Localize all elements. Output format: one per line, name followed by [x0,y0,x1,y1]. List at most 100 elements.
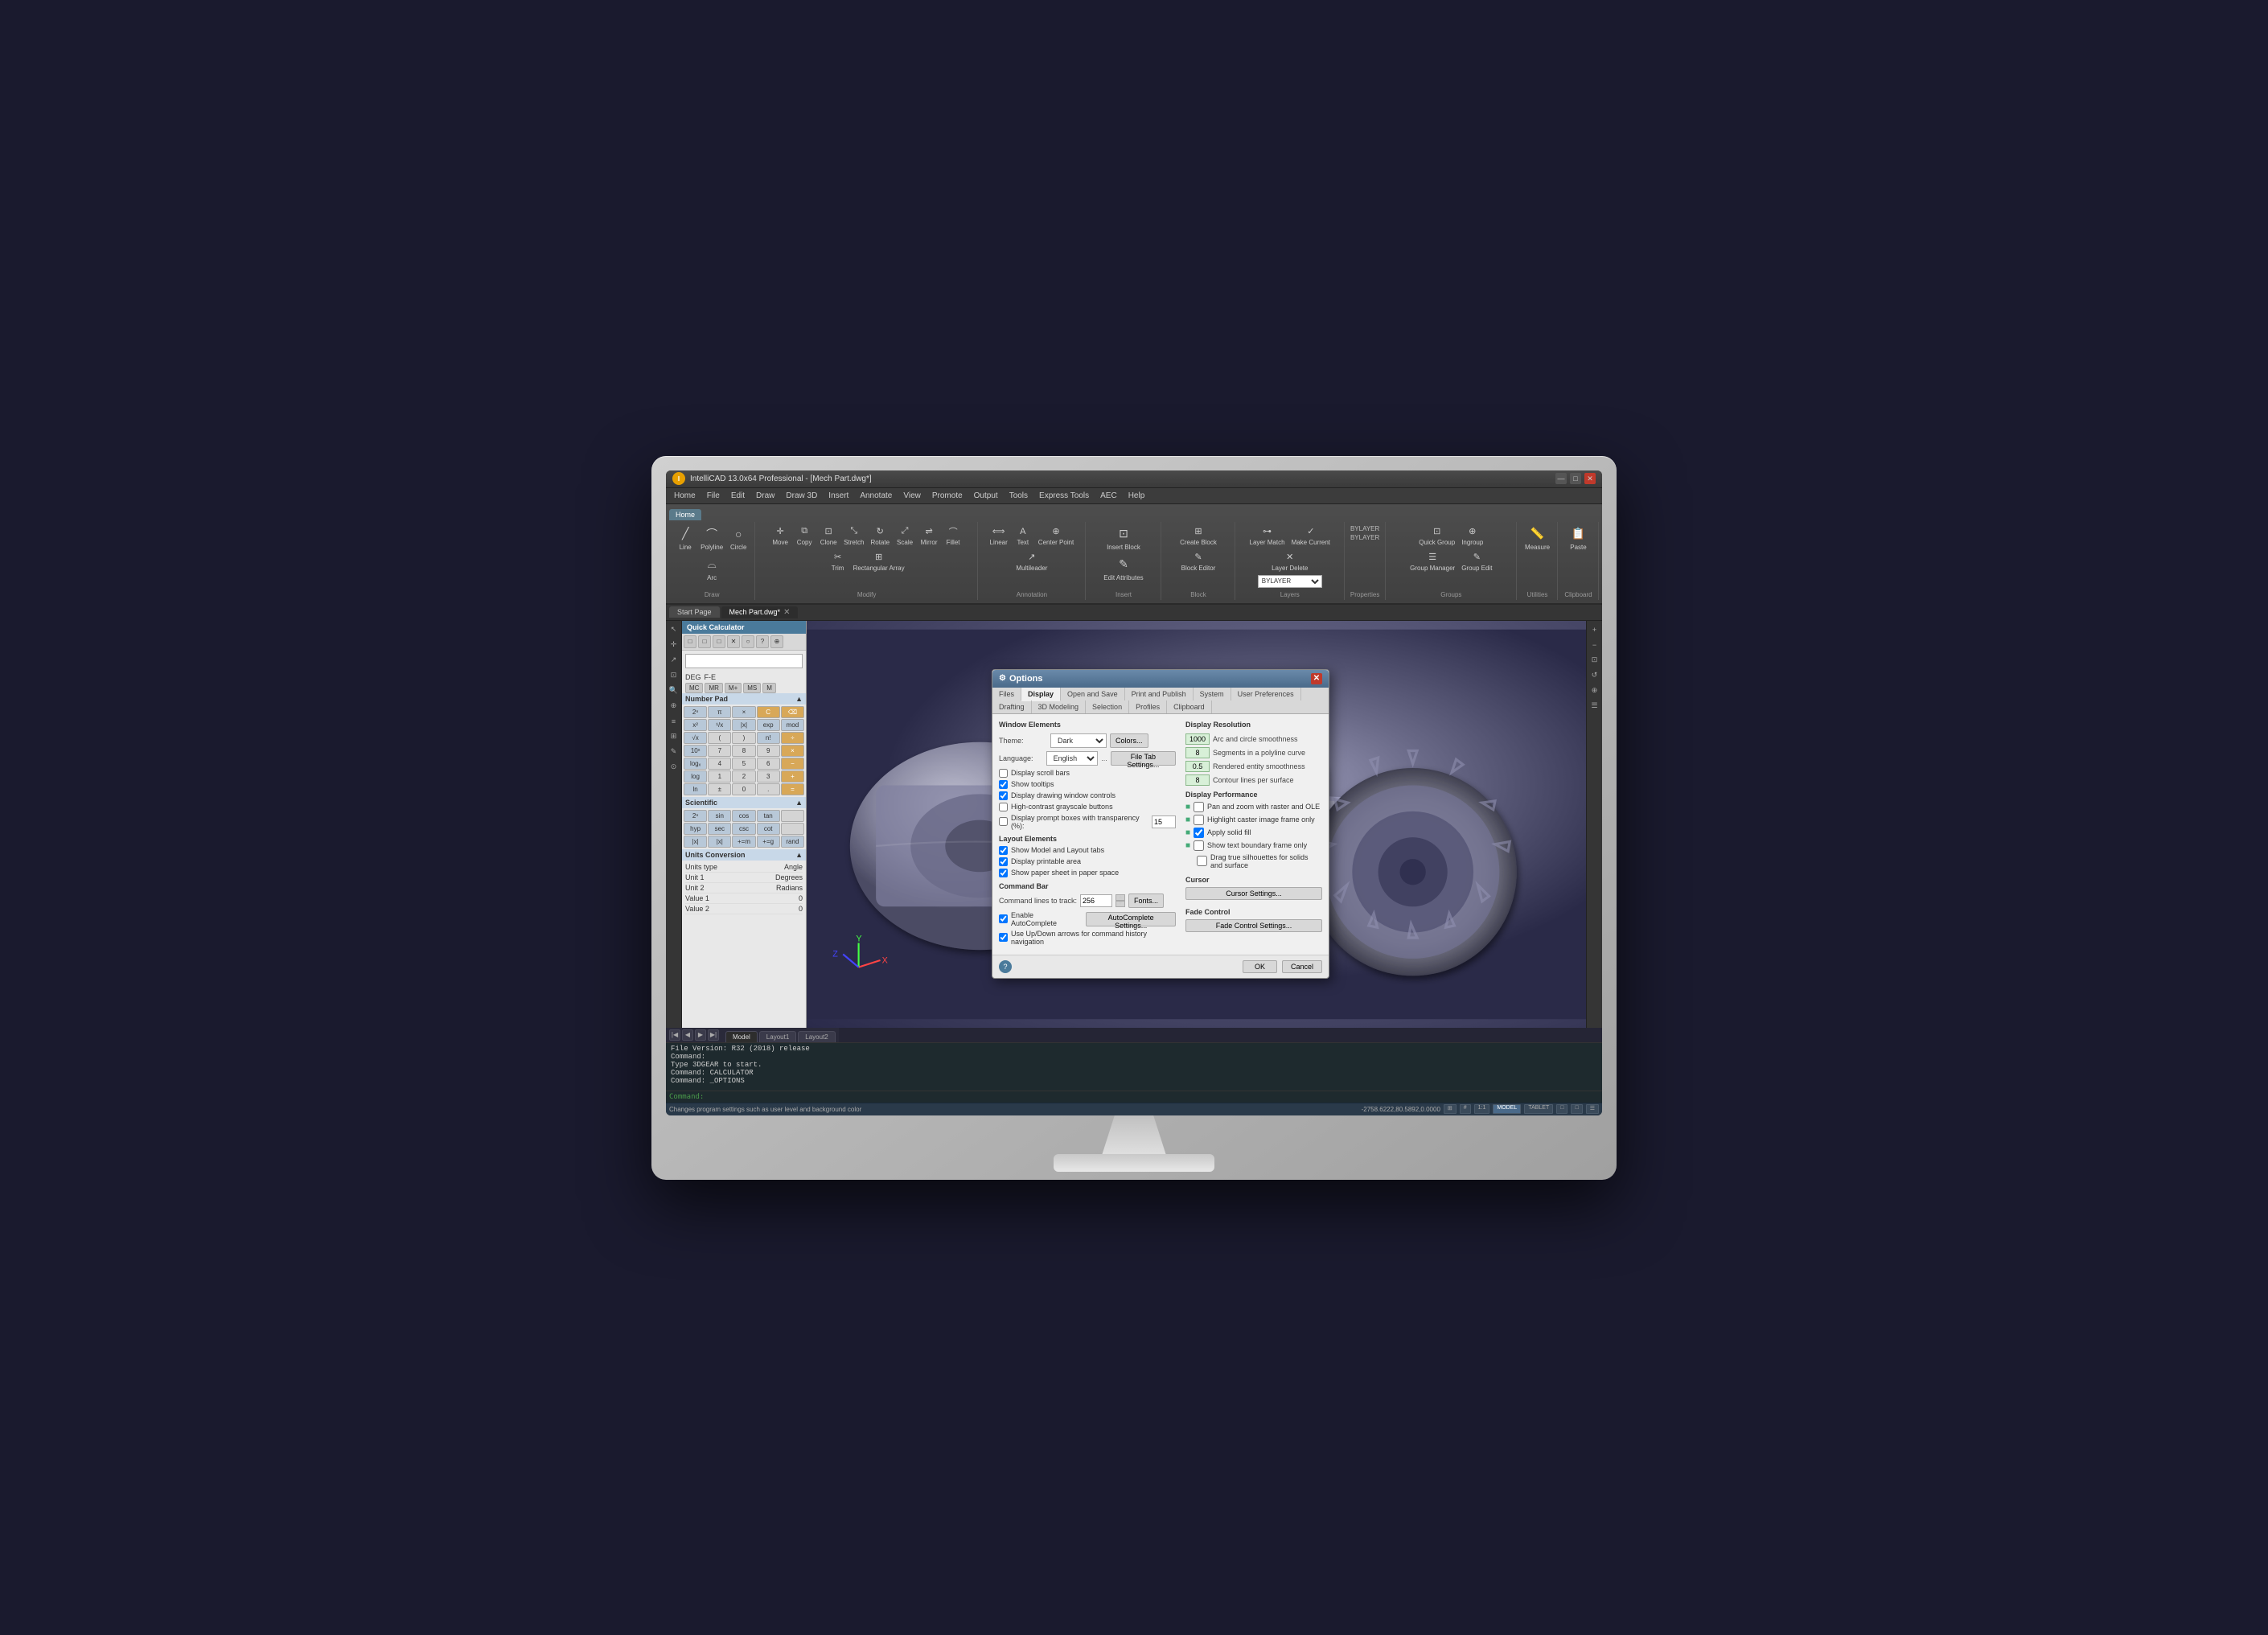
cmdlines-down[interactable]: ▼ [1116,901,1125,907]
tab-start-page[interactable]: Start Page [669,606,720,618]
sci-sin[interactable]: sin [708,810,731,822]
entity-smoothness-input[interactable] [1185,761,1210,772]
scrollbars-checkbox[interactable] [999,769,1008,778]
tool-copy[interactable]: ⧉ Copy [793,524,816,548]
calc-tb-1[interactable]: □ [684,635,696,648]
dialog-tab-drafting[interactable]: Drafting [992,700,1032,713]
drawingcontrols-checkbox[interactable] [999,791,1008,800]
transparency-checkbox[interactable] [999,817,1008,826]
dialog-close-button[interactable]: ✕ [1311,673,1322,684]
right-tool-5[interactable]: ⊕ [1588,684,1602,698]
key-6[interactable]: 6 [757,758,780,770]
menu-express[interactable]: Express Tools [1034,490,1094,502]
key-2n[interactable]: 2ⁿ [684,706,707,718]
model-btn[interactable]: MODEL [1493,1104,1521,1114]
tool-arc[interactable]: ⌓ Arc [701,554,723,583]
m-btn[interactable]: M+ [725,683,742,693]
tool-multileader[interactable]: ↗ Multileader [1013,549,1050,573]
cancel-button[interactable]: Cancel [1282,960,1322,973]
snap-btn[interactable]: ⊞ [1444,1104,1457,1114]
tool-polyline[interactable]: ⌒ Polyline [698,524,725,553]
dialog-tab-selection[interactable]: Selection [1086,700,1129,713]
tool-circle[interactable]: ○ Circle [727,524,750,553]
key-logx[interactable]: logₓ [684,758,707,770]
sci-cot[interactable]: cot [757,823,780,835]
modellayout-checkbox[interactable] [999,846,1008,855]
dialog-tab-system[interactable]: System [1194,688,1231,700]
theme-selector[interactable]: Dark [1050,733,1107,748]
key-1[interactable]: 1 [708,770,731,783]
updown-checkbox[interactable] [999,933,1008,942]
right-tool-6[interactable]: ☰ [1588,699,1602,713]
layer-selector[interactable]: BYLAYER [1258,575,1322,588]
colors-button[interactable]: Colors... [1110,733,1148,748]
tool-scale[interactable]: ⤢ Scale [894,524,916,548]
dialog-tab-3dmodeling[interactable]: 3D Modeling [1032,700,1087,713]
left-tool-9[interactable]: ✎ [667,745,681,759]
dialog-tab-clipboard[interactable]: Clipboard [1167,700,1212,713]
units-section-header[interactable]: Units Conversion ▲ [682,849,806,861]
polyline-segments-input[interactable] [1185,747,1210,758]
ok-button[interactable]: OK [1243,960,1277,973]
ribbon-tab-home[interactable]: Home [669,509,701,520]
mr-btn[interactable]: MR [705,683,722,693]
nav-prev-prev[interactable]: |◀ [669,1029,680,1041]
scientific-section-header[interactable]: Scientific ▲ [682,797,806,808]
menu-insert[interactable]: Insert [824,490,853,502]
key-4[interactable]: 4 [708,758,731,770]
right-tool-2[interactable]: − [1588,638,1602,652]
left-tool-4[interactable]: ⊡ [667,668,681,683]
key-10x[interactable]: 10ˣ [684,745,707,757]
calc-tb-3[interactable]: □ [713,635,725,648]
dragsilhouettes-checkbox[interactable] [1197,856,1207,866]
menu-annotate[interactable]: Annotate [855,490,897,502]
sci-addg[interactable]: +=g [757,836,780,848]
key-mult2[interactable]: × [781,745,804,757]
panraster-checkbox[interactable] [1194,802,1204,812]
menu-tools[interactable]: Tools [1005,490,1033,502]
dialog-tab-userprefs[interactable]: User Preferences [1231,688,1301,700]
tool-rotate[interactable]: ↻ Rotate [868,524,892,548]
calculator-display[interactable] [685,654,803,668]
textboundary-checkbox[interactable] [1194,840,1204,851]
tool-centerpoint[interactable]: ⊕ Center Point [1036,524,1076,548]
minimize-button[interactable]: — [1555,473,1567,484]
tool-groupedit[interactable]: ✎ Group Edit [1459,549,1494,573]
menu-view[interactable]: View [898,490,926,502]
key-x2[interactable]: x² [684,719,707,731]
left-tool-10[interactable]: ⊙ [667,760,681,774]
sci-tan[interactable]: tan [757,810,780,822]
key-8[interactable]: 8 [732,745,755,757]
left-tool-5[interactable]: 🔍 [667,684,681,698]
left-tool-1[interactable]: ↖ [667,622,681,637]
statusbtn-2[interactable]: □ [1571,1104,1582,1114]
tool-groupmanager[interactable]: ☰ Group Manager [1407,549,1457,573]
numpad-section-header[interactable]: Number Pad ▲ [682,693,806,705]
key-ln[interactable]: ln [684,783,707,795]
sci-rand[interactable]: rand [781,836,804,848]
arc-smoothness-input[interactable] [1185,733,1210,745]
mc-btn[interactable]: MC [685,683,703,693]
key-7[interactable]: 7 [708,745,731,757]
highcontrast-checkbox[interactable] [999,803,1008,811]
tool-text[interactable]: A Text [1012,524,1034,548]
key-0[interactable]: 0 [732,783,755,795]
tab-model[interactable]: Model [725,1031,758,1042]
fonts-button[interactable]: Fonts... [1128,893,1164,908]
grid-btn[interactable]: # [1460,1104,1471,1114]
calc-tb-2[interactable]: □ [698,635,711,648]
dialog-tab-display[interactable]: Display [1021,688,1061,701]
calc-tb-x[interactable]: ✕ [727,635,740,648]
key-exp[interactable]: exp [757,719,780,731]
tool-move[interactable]: ✛ Move [769,524,791,548]
tab-close-icon[interactable]: ✕ [783,608,790,617]
key-minus[interactable]: − [781,758,804,770]
tool-createblock[interactable]: ⊞ Create Block [1177,524,1219,548]
tool-paste[interactable]: 📋 Paste [1567,524,1590,553]
key-backspace[interactable]: ⌫ [781,706,804,718]
key-2[interactable]: 2 [732,770,755,783]
tool-mirror[interactable]: ⇌ Mirror [918,524,940,548]
tab-layout1[interactable]: Layout1 [759,1031,796,1042]
key-recip[interactable]: ¹/x [708,719,731,731]
help-button[interactable]: ? [999,960,1012,973]
